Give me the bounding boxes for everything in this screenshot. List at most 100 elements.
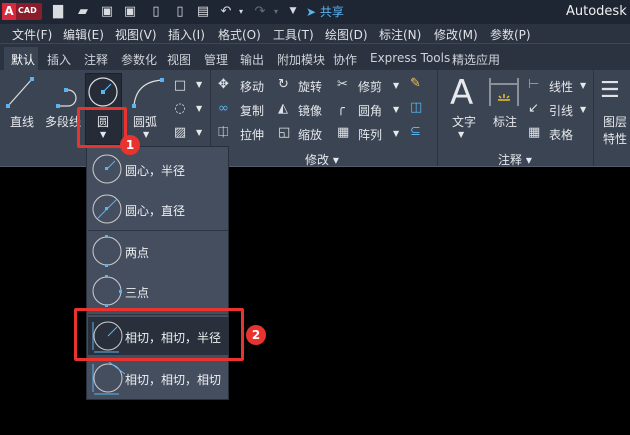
circle-three-point-icon [92, 275, 122, 307]
menu-draw[interactable]: 绘图(D) [325, 26, 368, 43]
trim-dropdown-icon[interactable]: ▼ [393, 81, 399, 90]
tab-manage[interactable]: 管理 [204, 51, 228, 68]
linear-dropdown-icon[interactable]: ▼ [580, 81, 586, 90]
trim-button[interactable]: 修剪 [358, 78, 382, 95]
linear-dimension-icon: ⊢ [528, 77, 540, 92]
leader-button[interactable]: 引线 [549, 102, 573, 119]
fillet-button[interactable]: 圆角 [358, 102, 382, 119]
tab-featured-apps[interactable]: 精选应用 [452, 51, 500, 68]
menu-insert[interactable]: 插入(I) [168, 26, 205, 43]
menu-file[interactable]: 文件(F) [12, 26, 52, 43]
tab-express-tools[interactable]: Express Tools [370, 51, 450, 65]
app-title: Autodesk A [566, 4, 630, 19]
modify-panel-label[interactable]: 修改 ▾ [305, 151, 339, 168]
arc-dropdown-arrow-icon[interactable]: ▼ [143, 130, 149, 139]
table-icon: ▦ [528, 125, 541, 140]
dimension-icon [489, 78, 519, 106]
menu-item-center-diameter[interactable]: 圆心，直径 [88, 190, 228, 228]
hatch-icon[interactable]: ▨ [172, 125, 188, 140]
dimension-button[interactable]: 标注 [493, 113, 517, 130]
copy-button[interactable]: 复制 [240, 102, 264, 119]
line-button-label[interactable]: 直线 [10, 113, 34, 130]
tab-parametric[interactable]: 参数化 [121, 51, 157, 68]
layer-properties-icon: ☰ [600, 78, 620, 103]
scale-icon: ◱ [278, 125, 291, 140]
save-icon[interactable]: ▣ [99, 3, 115, 20]
tab-view[interactable]: 视图 [167, 51, 191, 68]
send-icon: ➤ [306, 5, 317, 19]
menu-item-label: 三点 [125, 286, 150, 300]
menu-item-two-point[interactable]: 两点 [88, 232, 228, 270]
save-as-icon[interactable]: ▣ [122, 3, 138, 20]
arc-button-label[interactable]: 圆弧 [133, 113, 157, 130]
save-to-web-icon[interactable]: ▯ [172, 3, 188, 20]
hatch-dropdown-icon[interactable]: ▼ [196, 128, 202, 137]
undo-icon[interactable]: ↶ [218, 3, 234, 20]
redo-dropdown-icon[interactable]: ▾ [268, 3, 284, 20]
move-button[interactable]: 移动 [240, 78, 264, 95]
tab-annotate[interactable]: 注释 [84, 51, 108, 68]
circle-center-diameter-icon [92, 194, 122, 224]
text-icon: A [450, 73, 474, 113]
tab-addins[interactable]: 附加模块 [277, 51, 325, 68]
leader-dropdown-icon[interactable]: ▼ [580, 105, 586, 114]
menu-parameters[interactable]: 参数(P) [490, 26, 531, 43]
redo-icon[interactable]: ↷ [252, 3, 268, 20]
menu-view[interactable]: 视图(V) [115, 26, 157, 43]
modify-panel-title: 修改 [305, 153, 330, 167]
open-folder-icon[interactable]: ▰ [75, 3, 91, 20]
3d-box-icon[interactable]: ◫ [410, 100, 422, 115]
menu-edit[interactable]: 编辑(E) [63, 26, 104, 43]
line-icon[interactable] [5, 76, 35, 110]
arc-icon[interactable] [130, 76, 166, 110]
fillet-icon: ╭ [337, 101, 345, 116]
app-logo[interactable]: A CAD [2, 3, 42, 20]
polyline-icon[interactable] [48, 84, 78, 112]
layer-properties-label-2[interactable]: 特性 [603, 130, 627, 147]
annotation-panel-label[interactable]: 注释 ▾ [498, 151, 532, 168]
mirror-button[interactable]: 镜像 [298, 102, 322, 119]
menu-modify[interactable]: 修改(M) [434, 26, 478, 43]
erase-icon[interactable]: ✎ [410, 76, 421, 91]
menu-item-label: 相切，相切，相切 [125, 373, 222, 387]
menu-item-label: 圆心，直径 [125, 204, 186, 218]
tab-insert[interactable]: 插入 [47, 51, 71, 68]
fillet-dropdown-icon[interactable]: ▼ [393, 105, 399, 114]
rotate-button[interactable]: 旋转 [298, 78, 322, 95]
menu-dimension[interactable]: 标注(N) [379, 26, 421, 43]
panel-divider [437, 70, 438, 166]
customize-icon[interactable]: ▼ [285, 3, 301, 20]
offset-icon[interactable]: ⊆ [410, 124, 421, 139]
new-file-icon[interactable]: ▇ [50, 3, 66, 20]
circle-icon [88, 77, 118, 107]
step-badge-1: 1 [120, 135, 140, 155]
text-button[interactable]: 文字 [452, 113, 476, 130]
tab-default[interactable]: 默认 [11, 51, 35, 68]
undo-dropdown-icon[interactable]: ▾ [233, 3, 249, 20]
menu-tools[interactable]: 工具(T) [273, 26, 314, 43]
menu-format[interactable]: 格式(O) [218, 26, 261, 43]
rectangle-icon[interactable]: □ [172, 78, 188, 93]
menu-item-three-point[interactable]: 三点 [88, 272, 228, 310]
menu-item-center-radius[interactable]: 圆心，半径 [88, 150, 228, 188]
array-dropdown-icon[interactable]: ▼ [393, 129, 399, 138]
rectangle-dropdown-icon[interactable]: ▼ [196, 80, 202, 89]
tab-output[interactable]: 输出 [240, 51, 264, 68]
ellipse-icon[interactable]: ◌ [172, 101, 188, 116]
menu-item-tan-tan-tan[interactable]: 相切，相切，相切 [88, 359, 228, 397]
array-button[interactable]: 阵列 [358, 126, 382, 143]
circle-center-radius-icon [92, 154, 122, 184]
ellipse-dropdown-icon[interactable]: ▼ [196, 104, 202, 113]
scale-button[interactable]: 缩放 [298, 126, 322, 143]
layer-properties-label-1[interactable]: 图层 [603, 113, 627, 130]
polyline-button-label[interactable]: 多段线 [45, 113, 81, 130]
stretch-button[interactable]: 拉伸 [240, 126, 264, 143]
open-from-web-icon[interactable]: ▯ [148, 3, 164, 20]
table-button[interactable]: 表格 [549, 126, 573, 143]
share-button[interactable]: ➤ 共享 [306, 3, 344, 20]
linear-button[interactable]: 线性 [549, 78, 573, 95]
text-dropdown-icon[interactable]: ▼ [458, 130, 464, 139]
rotate-icon: ↻ [278, 77, 289, 92]
tab-collaborate[interactable]: 协作 [333, 51, 357, 68]
print-icon[interactable]: ▤ [195, 3, 211, 20]
